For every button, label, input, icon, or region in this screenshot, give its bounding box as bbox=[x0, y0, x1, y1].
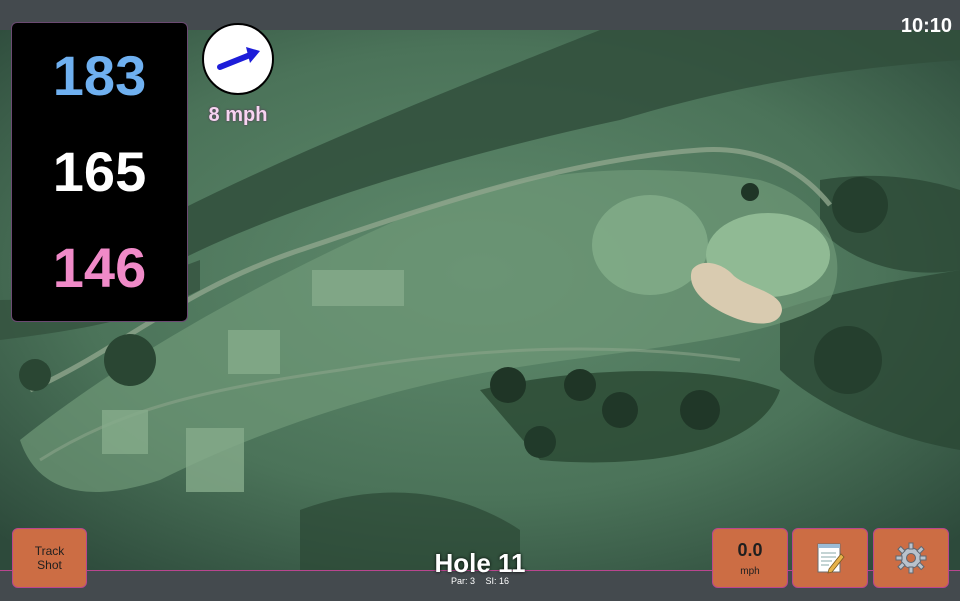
hole-title: Hole 11 bbox=[434, 548, 526, 578]
hole-meta: Par: 3 SI: 16 bbox=[380, 576, 580, 587]
arrow-icon bbox=[217, 47, 260, 70]
distance-panel: 183 165 146 bbox=[11, 22, 188, 322]
notes-button[interactable] bbox=[792, 528, 868, 588]
speed-value: 0.0 bbox=[737, 539, 763, 560]
distance-middle: 165 bbox=[52, 140, 147, 203]
speed-unit: mph bbox=[740, 565, 760, 577]
speed-button[interactable]: 0.0 mph bbox=[712, 528, 788, 588]
hole-stroke-index: SI: 16 bbox=[485, 576, 510, 586]
wind-speed-label: 8 mph bbox=[208, 104, 268, 126]
wind-direction-dial bbox=[202, 23, 274, 95]
track-shot-label-line2: Shot bbox=[37, 558, 62, 572]
distance-back: 183 bbox=[52, 44, 147, 107]
track-shot-label-line1: Track bbox=[34, 544, 65, 558]
hole-par: Par: 3 bbox=[450, 576, 475, 586]
notepad-icon bbox=[817, 543, 845, 574]
track-shot-button[interactable]: Track Shot bbox=[12, 528, 87, 588]
clock-time: 10:10 bbox=[900, 15, 952, 37]
settings-button[interactable] bbox=[873, 528, 949, 588]
distance-front: 146 bbox=[52, 236, 147, 299]
gear-icon bbox=[895, 542, 927, 574]
